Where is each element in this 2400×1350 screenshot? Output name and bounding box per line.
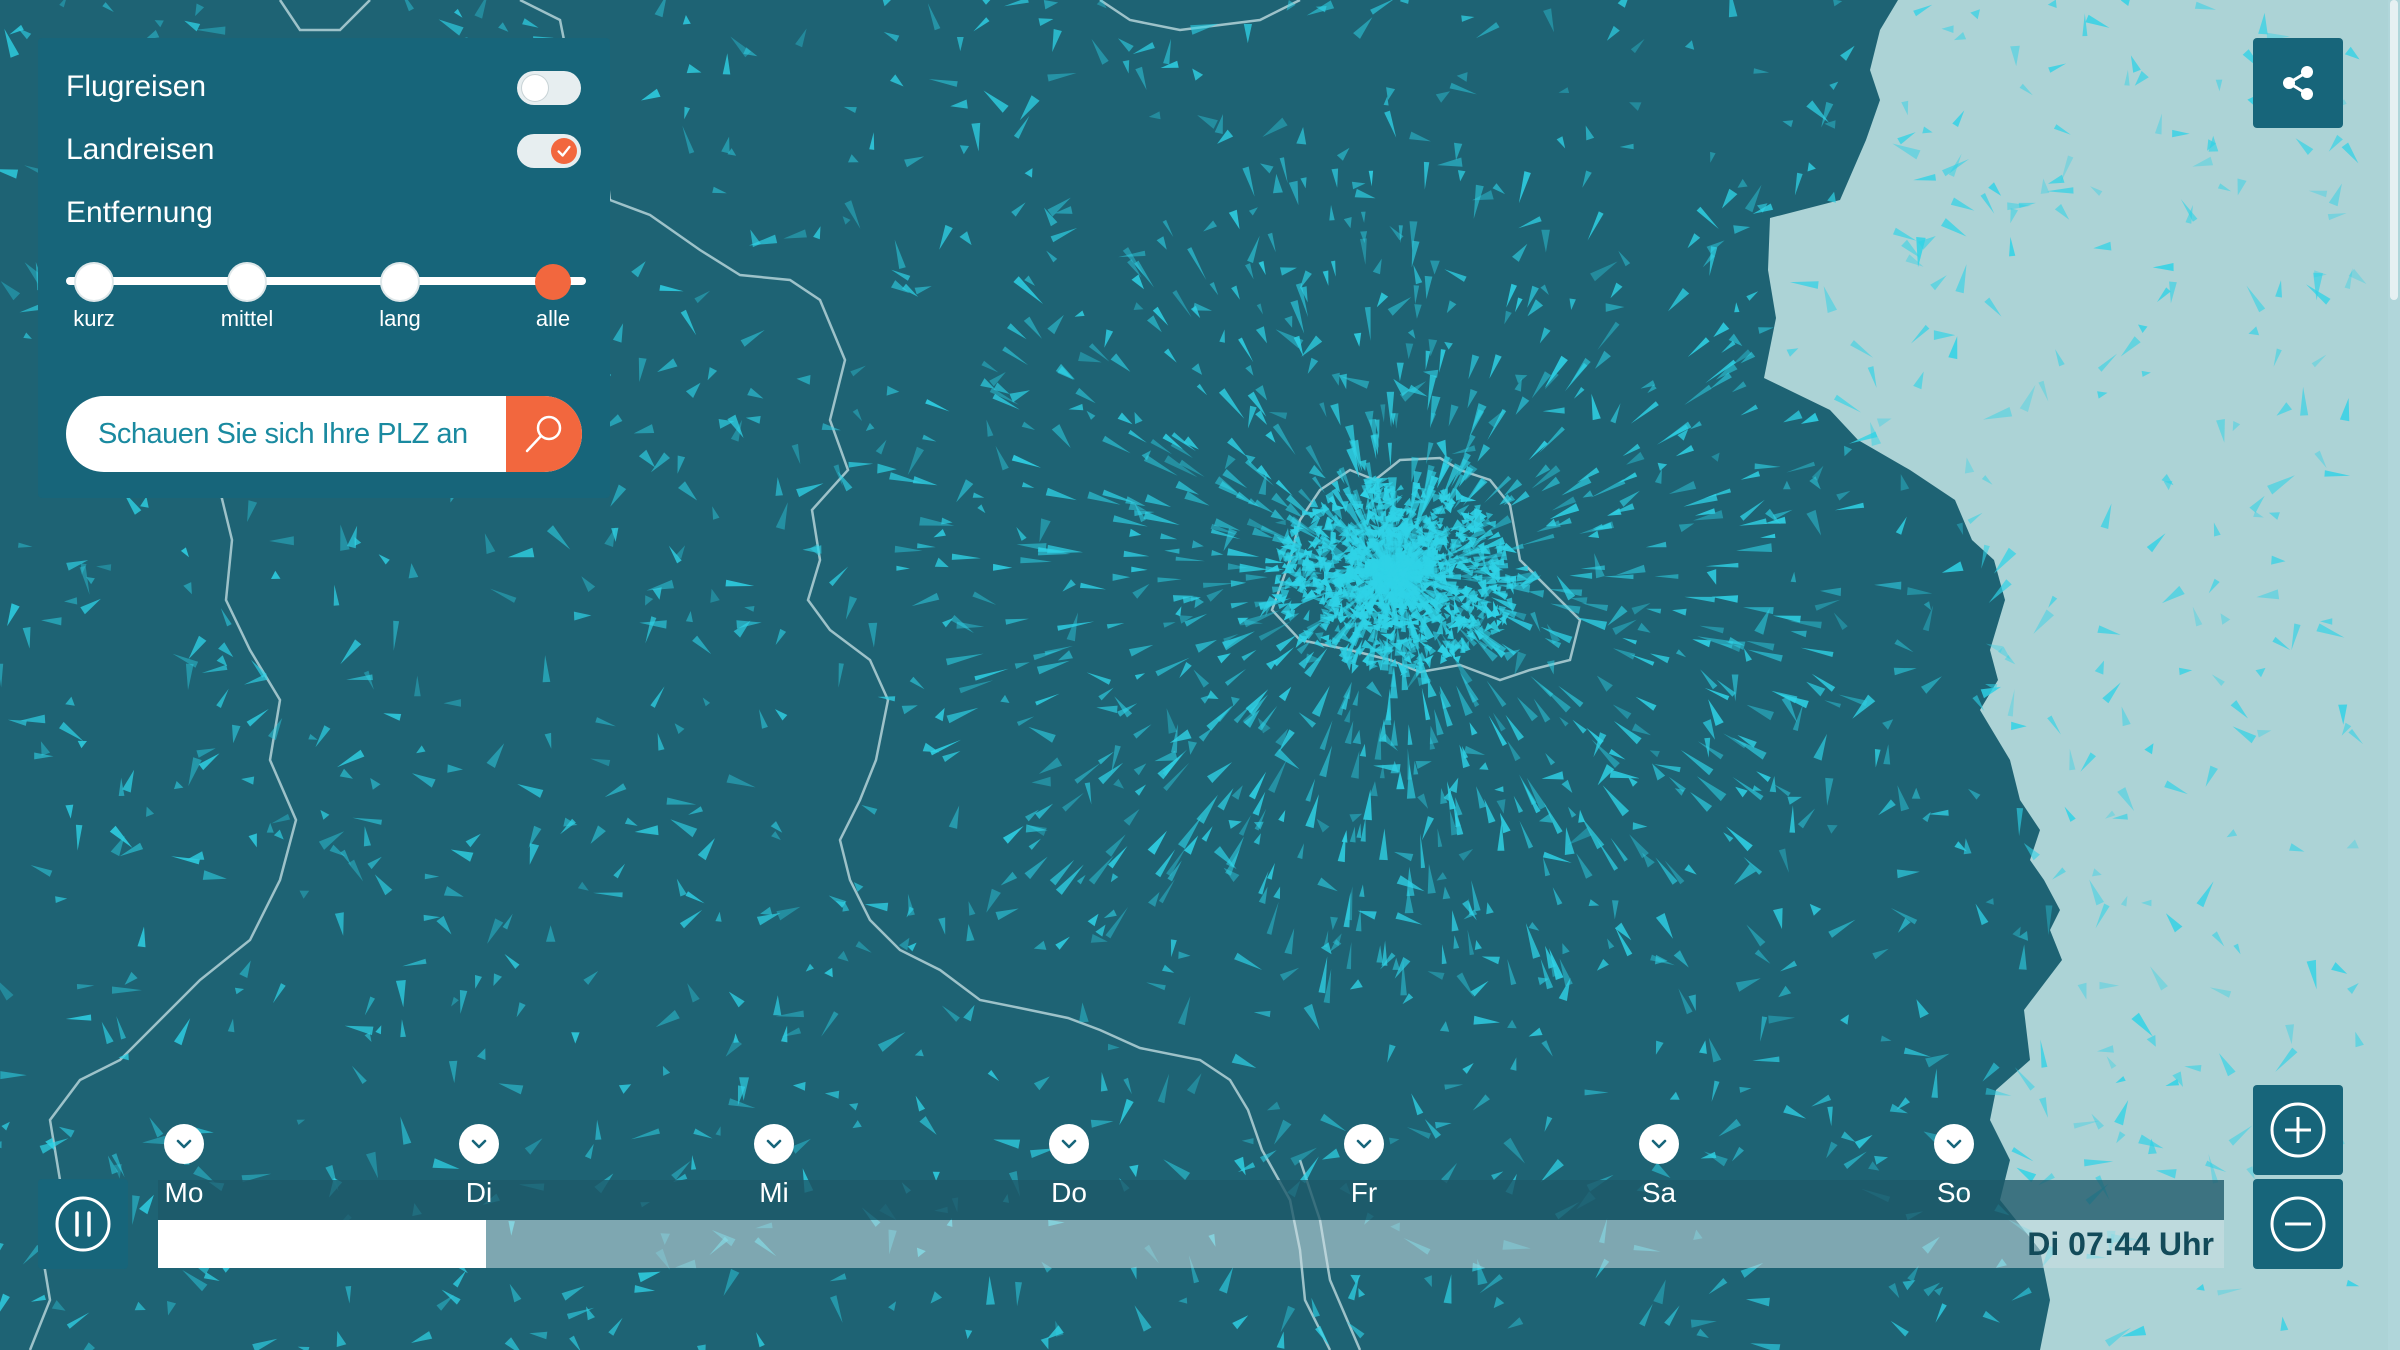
zoom-out-button[interactable] xyxy=(2253,1179,2343,1269)
stop-label-mittel: mittel xyxy=(220,306,274,331)
toggle-knob xyxy=(522,75,548,101)
distance-slider[interactable]: kurz mittel lang alle xyxy=(66,260,586,350)
search-button[interactable] xyxy=(506,396,582,472)
particle xyxy=(0,1141,2,1149)
stop-label-kurz: kurz xyxy=(73,306,115,331)
day-label: Mi xyxy=(759,1177,789,1208)
day-mi: Mi xyxy=(734,1124,814,1209)
plz-search-input[interactable] xyxy=(66,396,506,472)
day-label: Sa xyxy=(1641,1177,1677,1208)
plz-search xyxy=(66,396,582,472)
land-label: Landreisen xyxy=(66,133,215,166)
day-sa: Sa xyxy=(1619,1124,1699,1209)
chevron-down-icon xyxy=(766,1139,782,1149)
minus-icon xyxy=(2270,1196,2326,1252)
chevron-down-icon xyxy=(1946,1139,1962,1149)
time-progress-fill xyxy=(158,1220,487,1268)
page-scrollbar[interactable] xyxy=(2388,0,2400,1350)
chevron-down-icon xyxy=(176,1139,192,1149)
flights-label: Flugreisen xyxy=(66,70,207,103)
share-button[interactable] xyxy=(2253,38,2343,128)
distance-label: Entfernung xyxy=(66,196,213,229)
time-progress-bar[interactable]: Di 07:44 Uhr xyxy=(158,1220,2224,1268)
day-do: Do xyxy=(1029,1124,1109,1209)
chevron-down-icon xyxy=(1356,1139,1372,1149)
search-icon xyxy=(525,415,562,453)
share-icon xyxy=(2283,66,2313,100)
day-jump-button[interactable] xyxy=(1344,1124,1384,1164)
day-label: Mo xyxy=(164,1177,204,1208)
pause-button[interactable] xyxy=(38,1179,128,1269)
chevron-down-icon xyxy=(1651,1139,1667,1149)
stop-lang[interactable] xyxy=(382,264,418,300)
checkmark-icon xyxy=(551,138,577,164)
stop-kurz[interactable] xyxy=(76,264,112,300)
slider-track xyxy=(66,277,586,285)
chevron-down-icon xyxy=(471,1139,487,1149)
day-jump-button[interactable] xyxy=(1049,1124,1089,1164)
day-jump-button[interactable] xyxy=(1639,1124,1679,1164)
land-toggle[interactable] xyxy=(517,134,581,168)
day-jump-button[interactable] xyxy=(164,1124,204,1164)
current-time-label: Di 07:44 Uhr xyxy=(2027,1226,2214,1262)
plus-icon xyxy=(2270,1102,2326,1158)
day-label: Do xyxy=(1051,1177,1087,1208)
day-di: Di xyxy=(439,1124,519,1209)
day-jump-button[interactable] xyxy=(459,1124,499,1164)
stop-alle[interactable] xyxy=(535,264,571,300)
stop-label-alle: alle xyxy=(535,306,571,331)
flights-toggle[interactable] xyxy=(517,71,581,105)
scrollbar-thumb[interactable] xyxy=(2390,0,2398,300)
day-label: Di xyxy=(465,1177,493,1208)
day-mo: Mo xyxy=(144,1124,224,1209)
zoom-in-button[interactable] xyxy=(2253,1085,2343,1175)
day-label: So xyxy=(1936,1177,1972,1208)
filter-panel: Flugreisen Landreisen Entfernung kurz mi… xyxy=(38,38,610,498)
pause-icon xyxy=(55,1196,111,1252)
day-label: Fr xyxy=(1350,1177,1378,1208)
stop-mittel[interactable] xyxy=(229,264,265,300)
day-so: So xyxy=(1914,1124,1994,1209)
day-jump-button[interactable] xyxy=(754,1124,794,1164)
chevron-down-icon xyxy=(1061,1139,1077,1149)
stop-label-lang: lang xyxy=(379,306,421,331)
day-fr: Fr xyxy=(1324,1124,1404,1209)
day-jump-button[interactable] xyxy=(1934,1124,1974,1164)
